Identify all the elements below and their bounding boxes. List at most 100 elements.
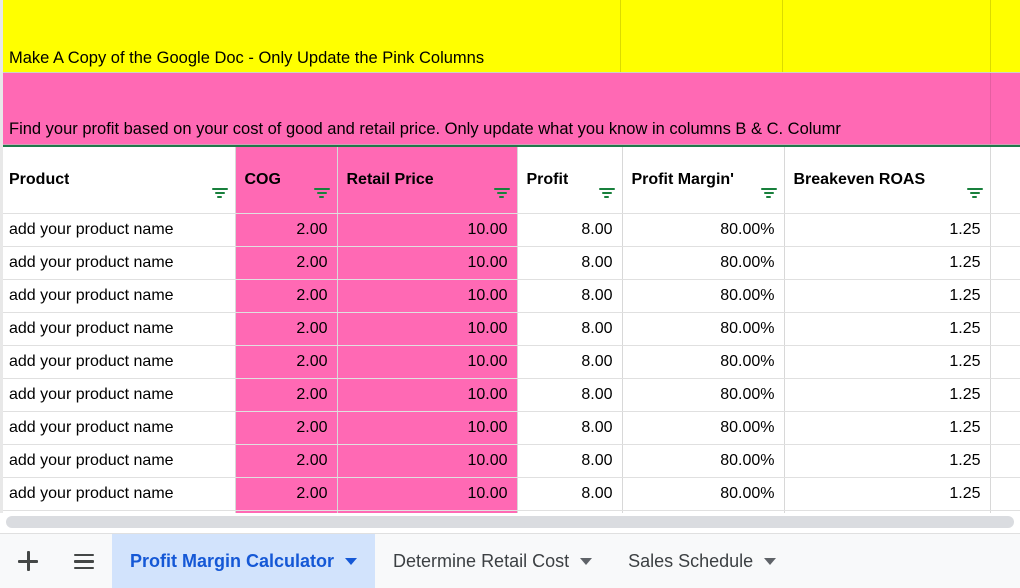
cell-margin[interactable]: 80.00%	[622, 477, 785, 511]
cell-product[interactable]: add your product name	[0, 213, 236, 247]
spreadsheet-grid[interactable]: Make A Copy of the Google Doc - Only Upd…	[0, 0, 1020, 530]
cell-profit[interactable]: 8.00	[517, 378, 623, 412]
cell-margin[interactable]: 80.00%	[622, 279, 785, 313]
all-sheets-button[interactable]	[56, 534, 112, 588]
cell-profit[interactable]: 8.00	[517, 312, 623, 346]
cell-cog[interactable]: 2.00	[235, 279, 338, 313]
chevron-down-icon[interactable]	[345, 557, 358, 565]
add-sheet-button[interactable]	[0, 534, 56, 588]
cell-cog[interactable]: 2.00	[235, 312, 338, 346]
cell-cog[interactable]: 2.00	[235, 378, 338, 412]
column-header-breakeven-roas[interactable]: Breakeven ROAS	[784, 145, 991, 214]
cell-profit[interactable]: 8.00	[517, 411, 623, 445]
table-row[interactable]: add your product name 2.00 10.00 8.00 80.00%…	[0, 477, 1020, 511]
cell-profit[interactable]: 8.00	[517, 345, 623, 379]
cell-roas[interactable]: 1.25	[784, 279, 991, 313]
cell-blank[interactable]	[990, 345, 1020, 379]
column-header-retail-price[interactable]: Retail Price	[337, 145, 518, 214]
cell-blank[interactable]	[990, 411, 1020, 445]
cell-retail[interactable]: 10.00	[337, 477, 518, 511]
table-row[interactable]: add your product name 2.00 10.00 8.00 80.00%…	[0, 246, 1020, 280]
column-header-profit[interactable]: Profit	[517, 145, 623, 214]
cell-margin[interactable]: 80.00%	[622, 411, 785, 445]
cell-product[interactable]: add your product name	[0, 378, 236, 412]
table-row[interactable]: add your product name 2.00 10.00 8.00 80.00%…	[0, 378, 1020, 412]
cell-retail[interactable]: 10.00	[337, 378, 518, 412]
cell-product[interactable]: add your product name	[0, 246, 236, 280]
cell-roas[interactable]: 1.25	[784, 378, 991, 412]
filter-funnel-icon[interactable]	[493, 187, 510, 200]
cell-margin[interactable]: 80.00%	[622, 345, 785, 379]
cell-product[interactable]: add your product name	[0, 411, 236, 445]
cell-margin[interactable]: 80.00%	[622, 246, 785, 280]
table-row[interactable]: add your product name 2.00 10.00 8.00 80.00%…	[0, 213, 1020, 247]
column-header-cog[interactable]: COG	[235, 145, 338, 214]
cell-profit[interactable]: 8.00	[517, 477, 623, 511]
cell-product[interactable]: add your product name	[0, 345, 236, 379]
cell-margin[interactable]: 80.00%	[622, 213, 785, 247]
cell-profit[interactable]: 8.00	[517, 213, 623, 247]
cell-retail[interactable]: 10.00	[337, 279, 518, 313]
cell-cog[interactable]: 2.00	[235, 477, 338, 511]
horizontal-scrollbar-thumb[interactable]	[6, 516, 1014, 528]
sheet-tab-1[interactable]: Determine Retail Cost	[375, 534, 610, 588]
horizontal-scrollbar[interactable]	[0, 513, 1020, 531]
table-row[interactable]: add your product name 2.00 10.00 8.00 80.00%…	[0, 312, 1020, 346]
sheet-tab-0[interactable]: Profit Margin Calculator	[112, 534, 376, 588]
cell-blank[interactable]	[990, 279, 1020, 313]
cell-product[interactable]: add your product name	[0, 477, 236, 511]
table-row[interactable]: add your product name 2.00 10.00 8.00 80.00%…	[0, 444, 1020, 478]
table-row[interactable]: add your product name 2.00 10.00 8.00 80.00%…	[0, 411, 1020, 445]
filter-funnel-icon[interactable]	[966, 187, 983, 200]
cell-margin[interactable]: 80.00%	[622, 312, 785, 346]
cell-roas[interactable]: 1.25	[784, 477, 991, 511]
cell-roas[interactable]: 1.25	[784, 444, 991, 478]
instruction-banner-pink[interactable]: Find your profit based on your cost of g…	[0, 73, 1020, 145]
cell-blank[interactable]	[990, 378, 1020, 412]
column-header-product[interactable]: Product	[0, 145, 236, 214]
cell-blank[interactable]	[990, 213, 1020, 247]
cell-profit[interactable]: 8.00	[517, 444, 623, 478]
cell-profit[interactable]: 8.00	[517, 279, 623, 313]
cell-margin[interactable]: 80.00%	[622, 444, 785, 478]
cell-product[interactable]: add your product name	[0, 279, 236, 313]
chevron-down-icon[interactable]	[764, 557, 777, 565]
cell-blank[interactable]	[990, 312, 1020, 346]
cell-retail[interactable]: 10.00	[337, 246, 518, 280]
cell-roas[interactable]: 1.25	[784, 213, 991, 247]
cell-roas[interactable]: 1.25	[784, 345, 991, 379]
cell-roas[interactable]: 1.25	[784, 246, 991, 280]
cell-blank[interactable]	[990, 477, 1020, 511]
column-header-profit-margin-label: Profit Margin'	[631, 170, 734, 188]
cell-product[interactable]: add your product name	[0, 312, 236, 346]
cell-cog[interactable]: 2.00	[235, 246, 338, 280]
cell-margin[interactable]: 80.00%	[622, 378, 785, 412]
cell-product[interactable]: add your product name	[0, 444, 236, 478]
cell-cog[interactable]: 2.00	[235, 411, 338, 445]
cell-cog[interactable]: 2.00	[235, 213, 338, 247]
cell-retail[interactable]: 10.00	[337, 345, 518, 379]
table-row[interactable]: add your product name 2.00 10.00 8.00 80.00%…	[0, 345, 1020, 379]
cell-blank[interactable]	[990, 246, 1020, 280]
cell-retail[interactable]: 10.00	[337, 444, 518, 478]
cell-cog[interactable]: 2.00	[235, 444, 338, 478]
instruction-banner-pink-text: Find your profit based on your cost of g…	[9, 120, 841, 138]
plus-icon	[18, 551, 38, 571]
cell-retail[interactable]: 10.00	[337, 411, 518, 445]
chevron-down-icon[interactable]	[580, 557, 593, 565]
cell-profit[interactable]: 8.00	[517, 246, 623, 280]
sheet-tab-2[interactable]: Sales Schedule	[610, 534, 794, 588]
cell-retail[interactable]: 10.00	[337, 213, 518, 247]
cell-retail[interactable]: 10.00	[337, 312, 518, 346]
table-row[interactable]: add your product name 2.00 10.00 8.00 80.00%…	[0, 279, 1020, 313]
filter-funnel-icon[interactable]	[211, 187, 228, 200]
cell-cog[interactable]: 2.00	[235, 345, 338, 379]
filter-funnel-icon[interactable]	[598, 187, 615, 200]
instruction-banner-yellow[interactable]: Make A Copy of the Google Doc - Only Upd…	[0, 0, 1020, 73]
filter-funnel-icon[interactable]	[313, 187, 330, 200]
column-header-profit-margin[interactable]: Profit Margin'	[622, 145, 785, 214]
cell-blank[interactable]	[990, 444, 1020, 478]
cell-roas[interactable]: 1.25	[784, 312, 991, 346]
filter-funnel-icon[interactable]	[760, 187, 777, 200]
cell-roas[interactable]: 1.25	[784, 411, 991, 445]
